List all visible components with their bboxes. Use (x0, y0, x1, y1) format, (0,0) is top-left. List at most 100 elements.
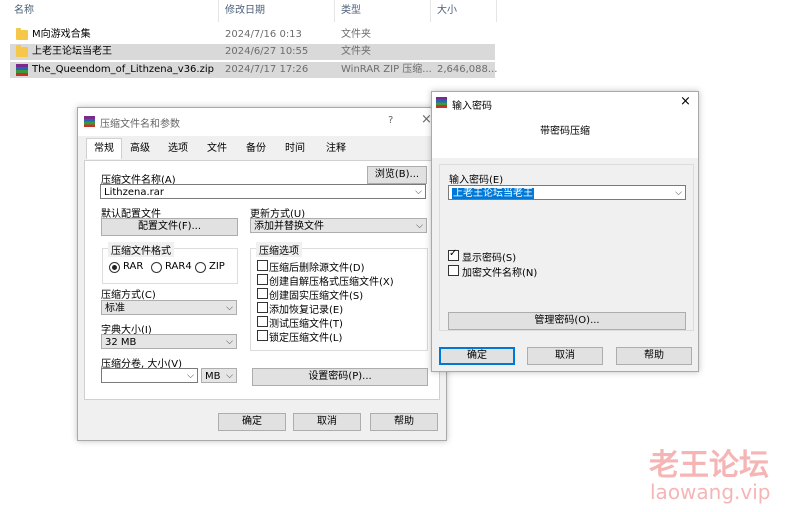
encrypt-names-label[interactable]: 加密文件名称(N) (462, 264, 537, 279)
chevron-down-icon[interactable]: ⌵ (226, 369, 233, 384)
tab-options[interactable]: 选项 (162, 140, 195, 158)
ok-button[interactable]: 确定 (439, 347, 515, 365)
title-bar: 压缩文件名和参数 ? × (78, 108, 446, 136)
tab-advanced[interactable]: 高级 (124, 140, 157, 158)
watermark-url: laowang.vip (650, 480, 771, 504)
sfx-label[interactable]: 创建自解压格式压缩文件(X) (269, 273, 394, 288)
tab-strip: 常规 高级 选项 文件 备份 时间 注释 (84, 138, 439, 160)
test-archive-label[interactable]: 测试压缩文件(T) (269, 315, 343, 330)
dictionary-value: 32 MB (105, 337, 137, 348)
column-divider[interactable] (334, 0, 335, 22)
chevron-down-icon[interactable]: ⌵ (416, 219, 423, 234)
method-label: 压缩方式(C) (101, 290, 156, 301)
lock-archive-checkbox[interactable] (257, 330, 268, 341)
file-name: The_Queendom_of_Lithzena_v36.zip (32, 64, 214, 75)
format-rar4-radio[interactable] (151, 262, 162, 273)
archive-name-combo[interactable]: Lithzena.rar ⌵ (100, 184, 426, 199)
archive-name-value: Lithzena.rar (104, 187, 165, 198)
lock-archive-label[interactable]: 锁定压缩文件(L) (269, 329, 342, 344)
solid-checkbox[interactable] (257, 288, 268, 299)
format-rar4-label[interactable]: RAR4 (165, 261, 192, 272)
set-password-button[interactable]: 设置密码(P)... (252, 368, 428, 386)
file-name: 上老王论坛当老王 (32, 46, 112, 57)
tab-general[interactable]: 常规 (86, 138, 122, 159)
cancel-button[interactable]: 取消 (293, 413, 361, 431)
tab-time[interactable]: 时间 (279, 140, 312, 158)
file-type: 文件夹 (341, 46, 371, 57)
file-type: WinRAR ZIP 压缩... (341, 64, 432, 75)
help-icon[interactable]: ? (388, 115, 393, 126)
help-button[interactable]: 帮助 (616, 347, 692, 365)
archive-format-title: 压缩文件格式 (108, 242, 174, 257)
tab-files[interactable]: 文件 (201, 140, 234, 158)
organize-passwords-button[interactable]: 管理密码(O)... (448, 312, 686, 330)
dictionary-select[interactable]: 32 MB ⌵ (101, 334, 237, 349)
file-size: 2,646,088... (437, 64, 498, 75)
password-value: 上老王论坛当老王 (452, 188, 534, 199)
chevron-down-icon[interactable]: ⌵ (226, 301, 233, 316)
test-archive-checkbox[interactable] (257, 316, 268, 327)
title-bar: 输入密码 × (432, 92, 698, 112)
archive-params-dialog: 压缩文件名和参数 ? × 常规 高级 选项 文件 备份 时间 注释 压缩文件名称… (77, 107, 447, 441)
archive-format-group: 压缩文件格式 RAR RAR4 ZIP (102, 242, 238, 284)
watermark-text: 老王论坛 (649, 448, 769, 483)
folder-icon (16, 28, 28, 40)
format-rar-label[interactable]: RAR (123, 261, 143, 272)
show-password-label[interactable]: 显示密码(S) (462, 249, 516, 264)
dialog-title: 输入密码 (452, 101, 492, 112)
split-size-input[interactable]: ⌵ (101, 368, 198, 383)
file-date: 2024/7/17 17:26 (225, 64, 309, 75)
split-unit-value: MB (205, 371, 221, 382)
password-dialog: 输入密码 × 带密码压缩 输入密码(E) 上老王论坛当老王 ⌵ 显示密码(S) … (431, 91, 699, 372)
archive-options-group: 压缩选项 压缩后删除源文件(D) 创建自解压格式压缩文件(X) 创建固实压缩文件… (250, 242, 428, 351)
column-divider[interactable] (218, 0, 219, 22)
format-zip-radio[interactable] (195, 262, 206, 273)
sort-up-icon: ^ (110, 0, 118, 6)
column-divider[interactable] (496, 0, 497, 22)
password-label: 输入密码(E) (449, 175, 504, 186)
chevron-down-icon[interactable]: ⌵ (415, 185, 422, 200)
winrar-zip-icon (16, 64, 28, 76)
winrar-icon (436, 97, 447, 108)
recovery-record-label[interactable]: 添加恢复记录(E) (269, 301, 343, 316)
help-button[interactable]: 帮助 (370, 413, 438, 431)
format-rar-radio[interactable] (109, 262, 120, 273)
close-icon[interactable]: × (680, 94, 691, 109)
encrypt-names-checkbox[interactable] (448, 265, 459, 276)
winrar-icon (84, 116, 95, 127)
column-divider[interactable] (430, 0, 431, 22)
tab-comment[interactable]: 注释 (318, 140, 355, 158)
chevron-down-icon[interactable]: ⌵ (675, 186, 682, 201)
file-row[interactable]: The_Queendom_of_Lithzena_v36.zip 2024/7/… (10, 62, 498, 78)
archive-options-title: 压缩选项 (256, 242, 302, 257)
column-header-date[interactable]: 修改日期 (225, 0, 265, 22)
file-date: 2024/6/27 10:55 (225, 46, 309, 57)
chevron-down-icon[interactable]: ⌵ (226, 335, 233, 350)
tab-backup[interactable]: 备份 (240, 140, 273, 158)
recovery-record-checkbox[interactable] (257, 302, 268, 313)
format-zip-label[interactable]: ZIP (209, 261, 225, 272)
profiles-button[interactable]: 配置文件(F)... (101, 218, 238, 236)
password-panel: 输入密码(E) 上老王论坛当老王 ⌵ 显示密码(S) 加密文件名称(N) 管理密… (439, 164, 694, 331)
password-input[interactable]: 上老王论坛当老王 ⌵ (448, 185, 686, 200)
ok-button[interactable]: 确定 (218, 413, 286, 431)
show-password-checkbox[interactable] (448, 248, 459, 261)
sfx-checkbox[interactable] (257, 274, 268, 285)
method-select[interactable]: 标准 ⌵ (101, 300, 237, 315)
solid-label[interactable]: 创建固实压缩文件(S) (269, 287, 363, 302)
update-mode-select[interactable]: 添加并替换文件 ⌵ (250, 218, 427, 233)
file-row[interactable]: 上老王论坛当老王 2024/6/27 10:55 文件夹 (10, 44, 495, 60)
column-header-size[interactable]: 大小 (437, 0, 457, 22)
cancel-button[interactable]: 取消 (527, 347, 603, 365)
delete-files-checkbox[interactable] (257, 260, 268, 271)
column-header-name[interactable]: 名称 (14, 0, 34, 22)
update-mode-value: 添加并替换文件 (254, 221, 324, 232)
split-unit-select[interactable]: MB ⌵ (201, 368, 237, 383)
method-value: 标准 (105, 303, 125, 314)
dialog-header: 带密码压缩 (432, 112, 698, 158)
file-row[interactable]: M向游戏合集 2024/7/16 0:13 文件夹 (10, 27, 495, 43)
browse-button[interactable]: 浏览(B)... (367, 166, 427, 184)
chevron-down-icon[interactable]: ⌵ (187, 369, 194, 384)
column-header-type[interactable]: 类型 (341, 0, 361, 22)
delete-files-label[interactable]: 压缩后删除源文件(D) (269, 259, 365, 274)
